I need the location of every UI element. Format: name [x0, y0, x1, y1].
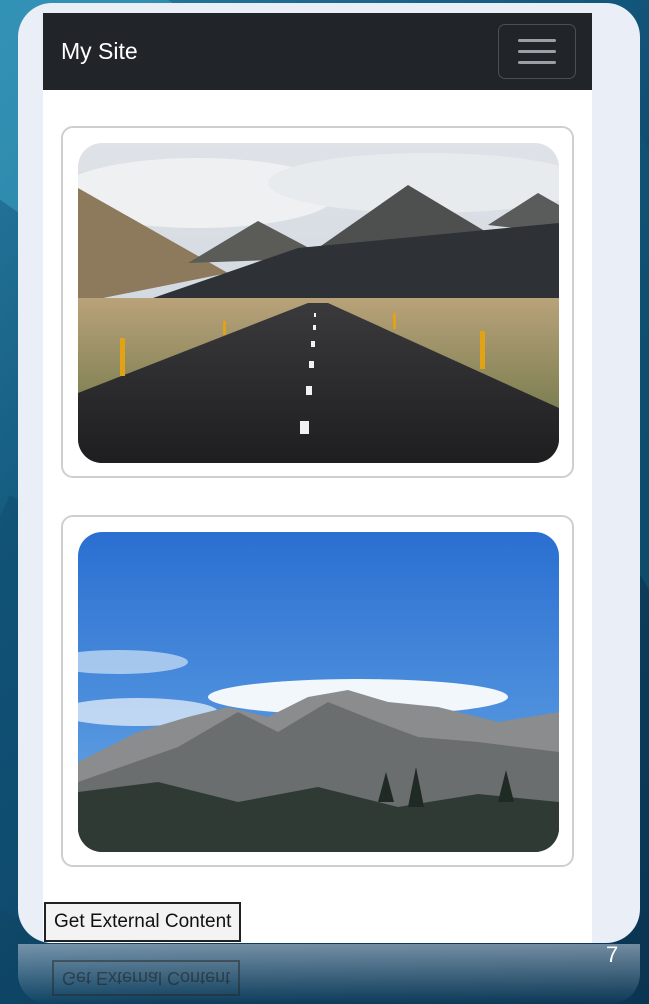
navbar: My Site — [43, 13, 592, 90]
mountain-landscape-image — [78, 532, 559, 852]
browser-viewport: My Site — [43, 13, 592, 943]
image-card-mountain — [61, 515, 574, 867]
hamburger-menu-icon[interactable] — [498, 24, 576, 79]
image-card-road — [61, 126, 574, 478]
get-external-content-button[interactable]: Get External Content — [44, 902, 242, 942]
road-landscape-image — [78, 143, 559, 463]
slide-number: 7 — [606, 942, 619, 967]
button-reflection: Get External Content — [52, 960, 241, 996]
navbar-brand[interactable]: My Site — [61, 38, 138, 65]
phone-frame: My Site — [18, 3, 640, 943]
